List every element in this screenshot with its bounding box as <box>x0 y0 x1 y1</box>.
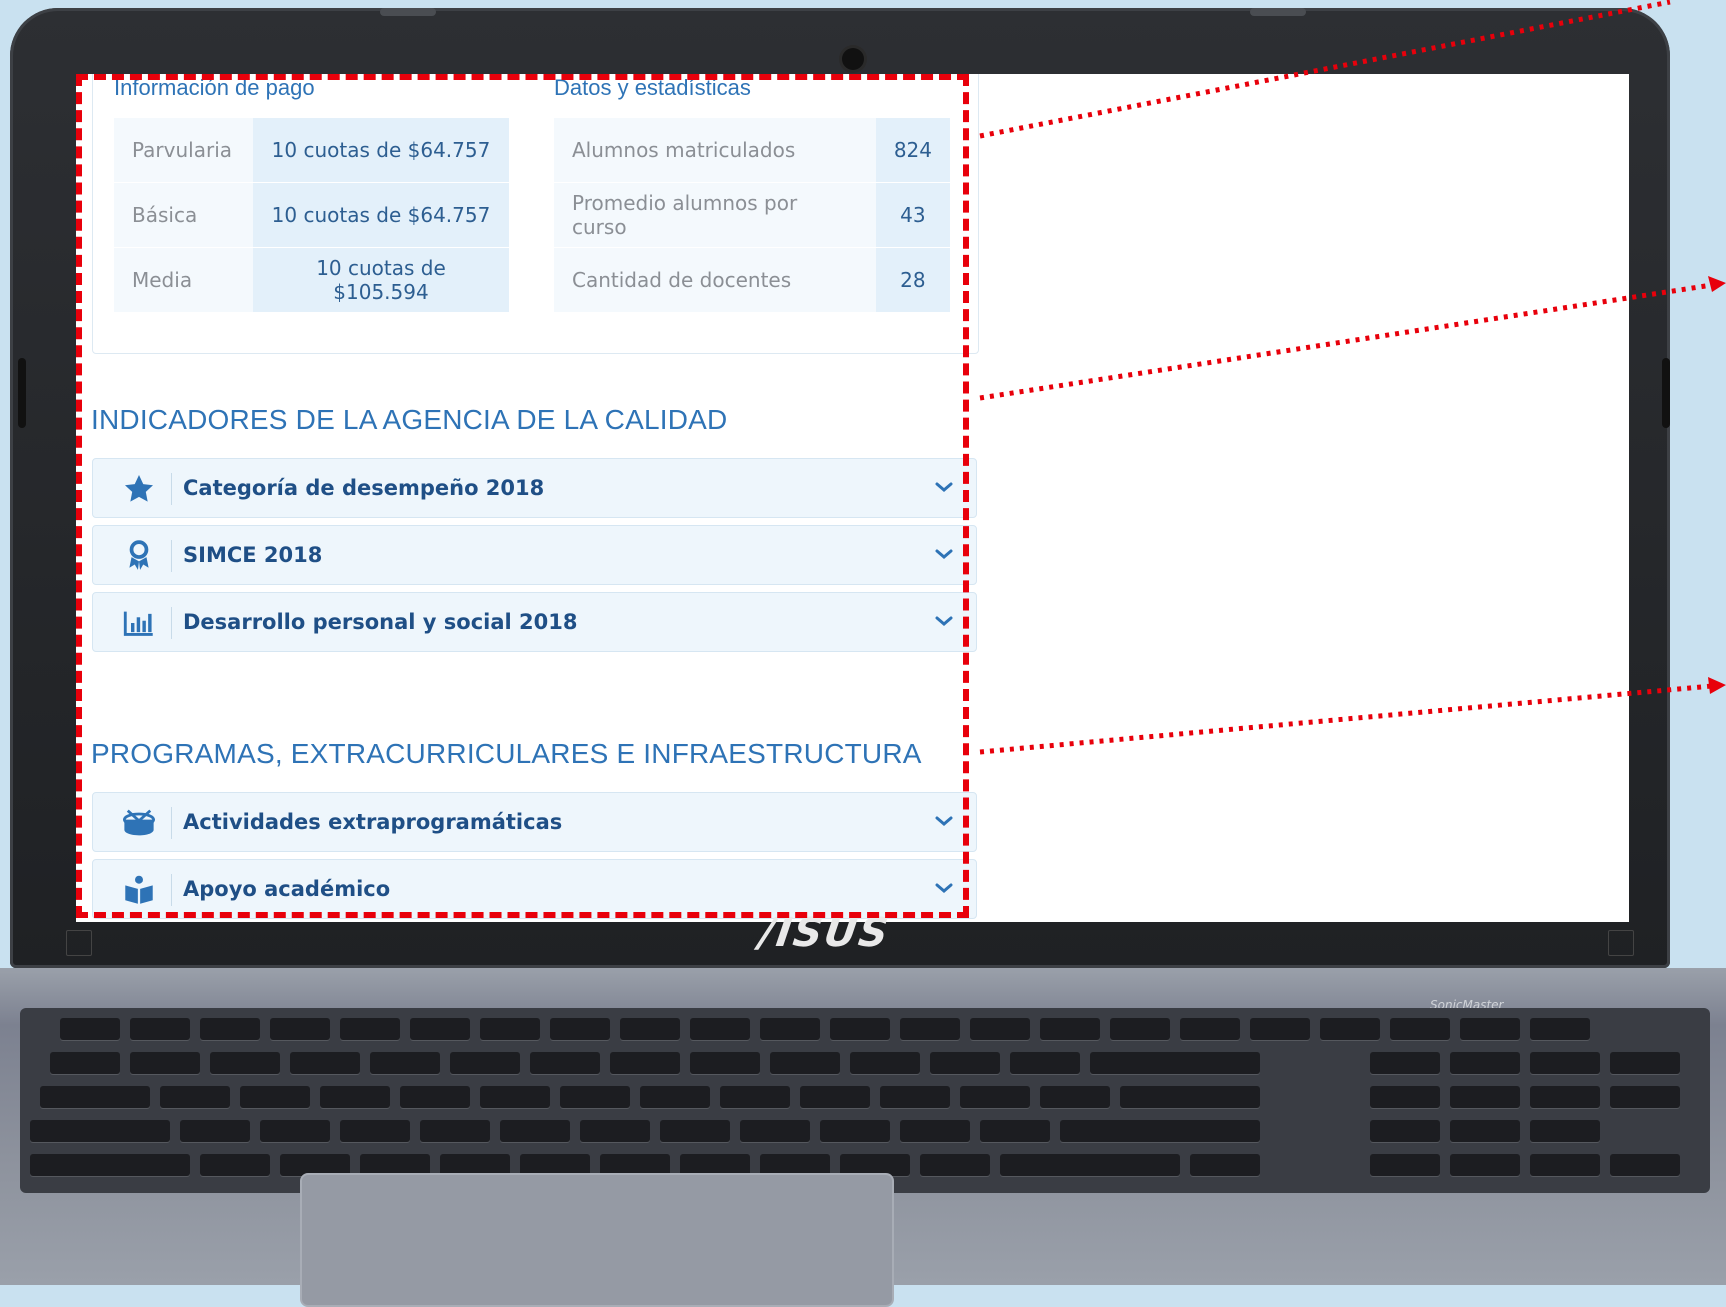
annotation-arrow <box>979 282 1713 401</box>
annotation-arrow <box>979 0 1671 139</box>
arrowhead-icon <box>1708 677 1726 694</box>
annotation-arrow <box>979 683 1713 755</box>
arrowhead-icon <box>1708 276 1726 292</box>
annotation-arrows <box>979 0 1726 755</box>
